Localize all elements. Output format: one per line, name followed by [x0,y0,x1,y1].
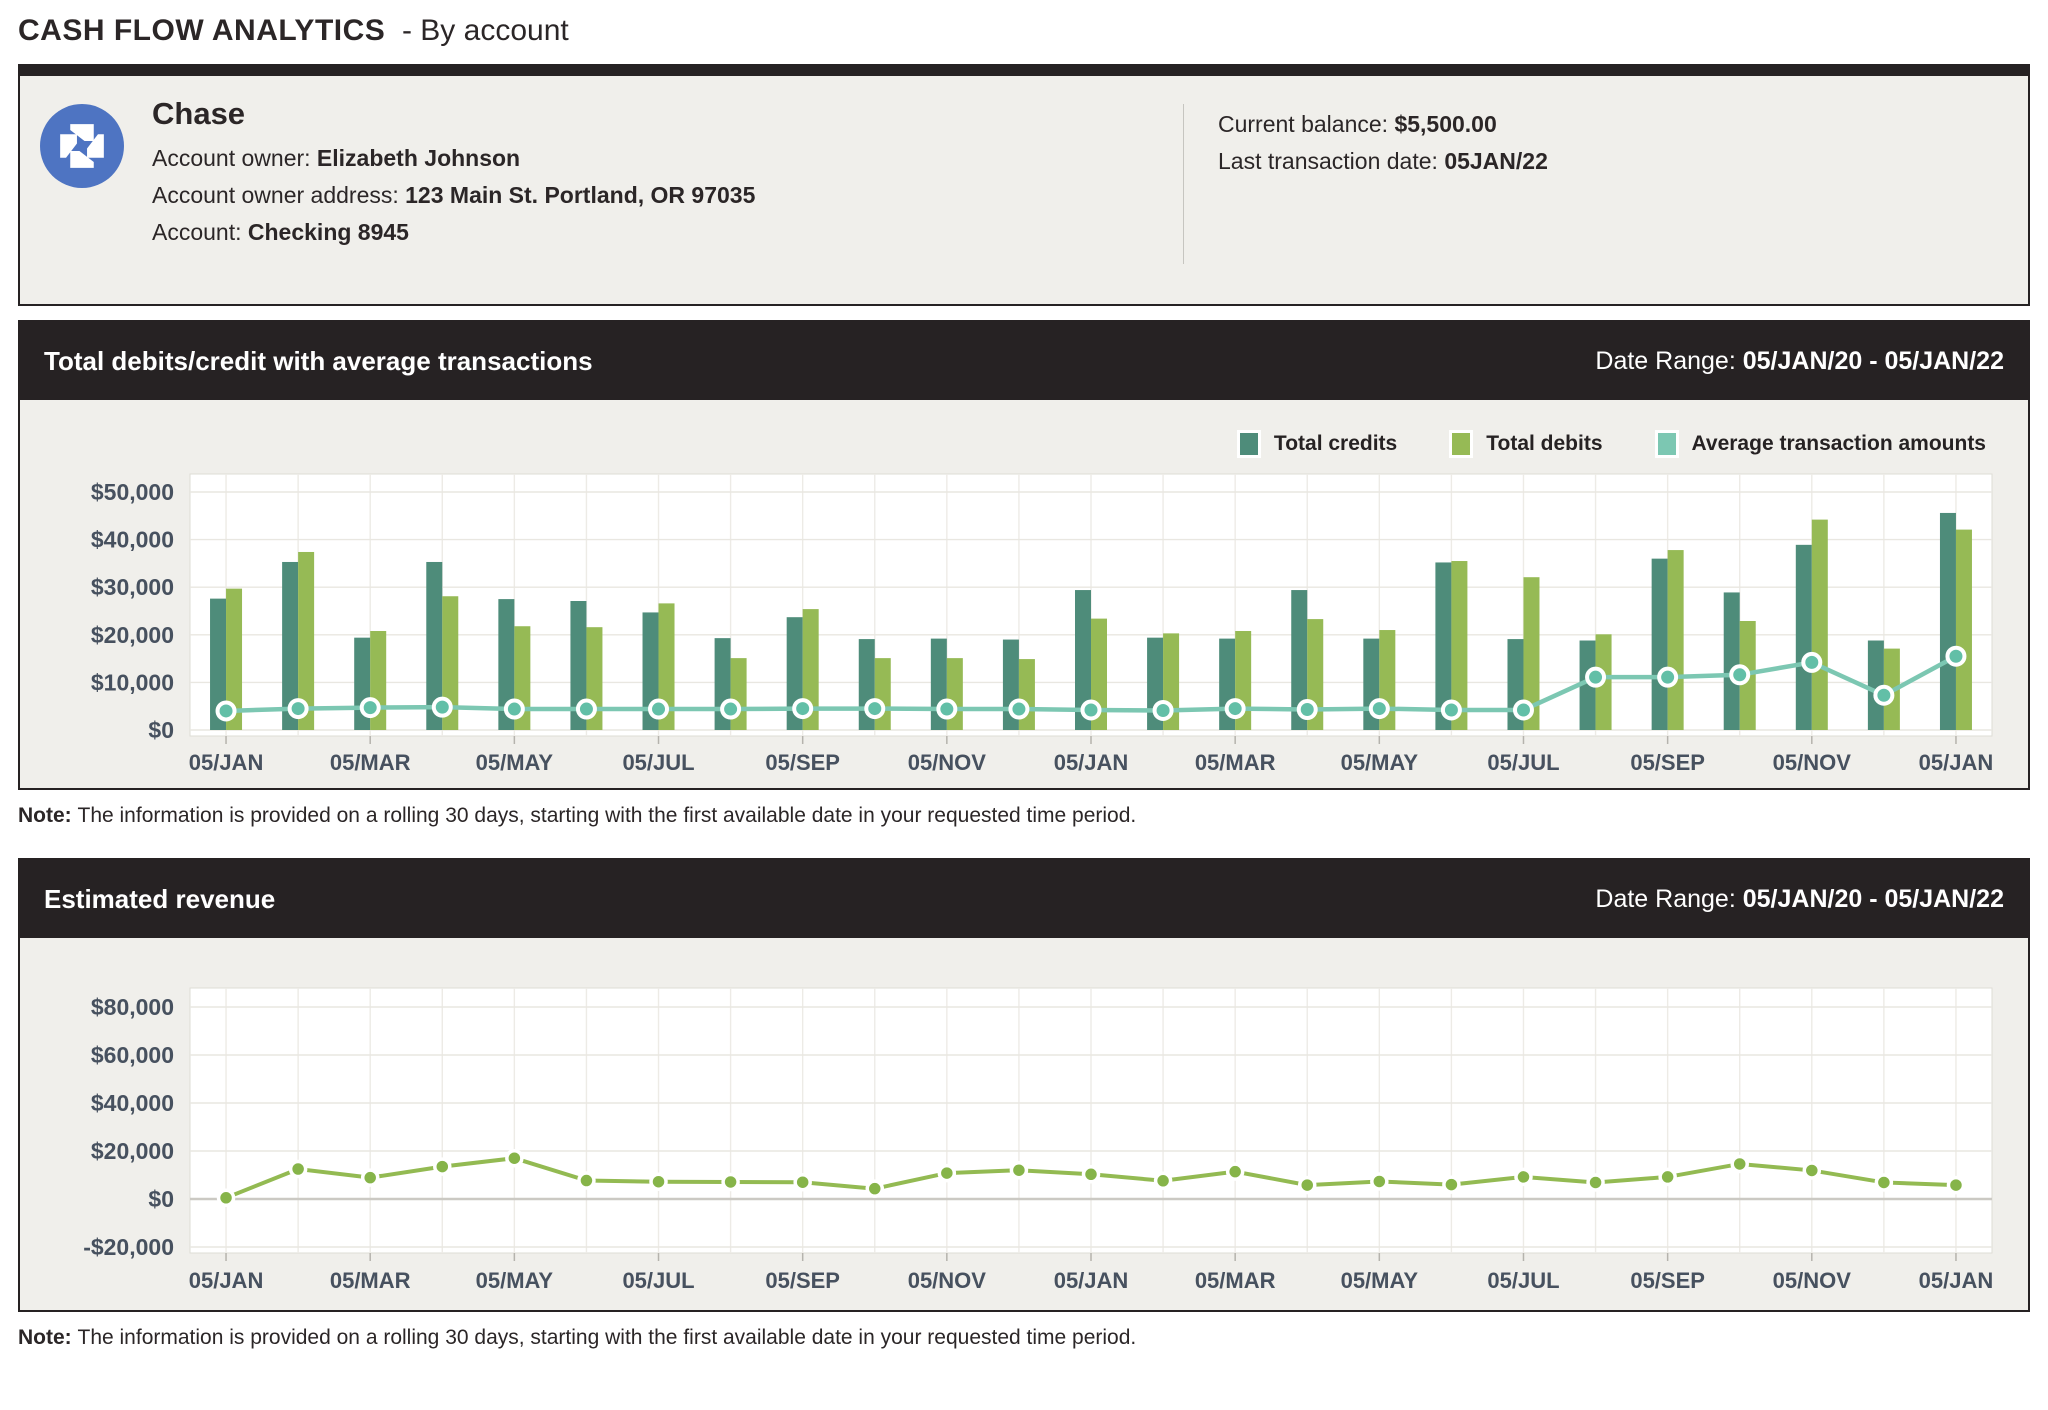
svg-text:05/JAN: 05/JAN [189,1268,264,1293]
debits-credits-chart: $50,000 $40,000 $30,000 $20,000 $10,000 $0 05/… [20,466,2024,788]
svg-text:$50,000: $50,000 [91,479,174,505]
credits-swatch-icon [1237,430,1261,458]
svg-text:05/MAR: 05/MAR [1195,750,1276,775]
svg-text:05/JUL: 05/JUL [1487,750,1559,775]
chart2-date-range: Date Range: 05/JAN/20 - 05/JAN/22 [1595,885,2004,914]
svg-text:05/JUL: 05/JUL [1487,1268,1559,1293]
svg-text:$20,000: $20,000 [91,622,174,648]
svg-text:-$20,000: -$20,000 [83,1234,174,1260]
chase-logo-icon [40,104,124,188]
svg-text:05/SEP: 05/SEP [765,750,840,775]
chart1-legend: Total credits Total debits Average trans… [20,426,1986,462]
svg-text:$40,000: $40,000 [91,527,174,553]
svg-text:05/MAY: 05/MAY [476,750,554,775]
svg-text:$80,000: $80,000 [91,994,174,1020]
chart1-note: Note: The information is provided on a r… [18,804,2030,828]
chart1-date-range: Date Range: 05/JAN/20 - 05/JAN/22 [1595,347,2004,376]
account-number-line: Account: Checking 8945 [152,214,755,251]
svg-text:$20,000: $20,000 [91,1138,174,1164]
svg-text:05/MAY: 05/MAY [1341,750,1419,775]
debits-credits-chart-card: Total debits/credit with average transac… [18,320,2030,790]
account-summary-card: Chase Account owner: Elizabeth Johnson A… [18,64,2030,306]
svg-text:05/JUL: 05/JUL [622,1268,694,1293]
svg-text:$0: $0 [148,1186,174,1212]
svg-text:05/NOV: 05/NOV [1773,1268,1852,1293]
account-owner-line: Account owner: Elizabeth Johnson [152,140,755,177]
svg-text:05/MAR: 05/MAR [1195,1268,1276,1293]
page-title: CASH FLOW ANALYTICS - By account [0,0,2048,64]
svg-text:05/MAR: 05/MAR [330,750,411,775]
average-swatch-icon [1655,430,1679,458]
debits-swatch-icon [1449,430,1473,458]
legend-average-transactions: Average transaction amounts [1655,430,1986,458]
svg-text:05/JAN: 05/JAN [1919,1268,1994,1293]
svg-text:05/JAN: 05/JAN [1054,750,1129,775]
estimated-revenue-chart: $80,000 $60,000 $40,000 $20,000 $0 -$20,000 05… [20,980,2024,1310]
svg-text:05/MAR: 05/MAR [330,1268,411,1293]
estimated-revenue-chart-card: Estimated revenue Date Range: 05/JAN/20 … [18,858,2030,1312]
svg-text:05/NOV: 05/NOV [908,750,987,775]
svg-text:05/JAN: 05/JAN [1919,750,1994,775]
chart1-header: Total debits/credit with average transac… [20,322,2028,400]
current-balance-line: Current balance: $5,500.00 [1218,106,1548,143]
svg-text:05/SEP: 05/SEP [765,1268,840,1293]
svg-text:05/NOV: 05/NOV [1773,750,1852,775]
svg-text:05/MAY: 05/MAY [476,1268,554,1293]
svg-text:05/NOV: 05/NOV [908,1268,987,1293]
page-title-sub: - By account [394,14,569,47]
legend-total-debits: Total debits [1449,430,1602,458]
svg-text:05/JAN: 05/JAN [189,750,264,775]
chart2-title: Estimated revenue [44,884,275,915]
chart1-title: Total debits/credit with average transac… [44,346,593,377]
chart2-header: Estimated revenue Date Range: 05/JAN/20 … [20,860,2028,938]
last-transaction-line: Last transaction date: 05JAN/22 [1218,143,1548,180]
svg-text:$30,000: $30,000 [91,574,174,600]
bank-name: Chase [152,96,755,132]
account-info-block: Chase Account owner: Elizabeth Johnson A… [124,96,755,304]
account-balance-block: Current balance: $5,500.00 Last transact… [1184,76,1548,304]
legend-total-credits: Total credits [1237,430,1397,458]
account-address-line: Account owner address: 123 Main St. Port… [152,177,755,214]
svg-text:05/JUL: 05/JUL [622,750,694,775]
svg-text:05/SEP: 05/SEP [1630,1268,1705,1293]
svg-text:$10,000: $10,000 [91,669,174,695]
svg-text:05/JAN: 05/JAN [1054,1268,1129,1293]
svg-text:$0: $0 [148,717,174,743]
page-title-main: CASH FLOW ANALYTICS [18,14,385,47]
cash-flow-analytics-page: CASH FLOW ANALYTICS - By account Chase A… [0,0,2048,1410]
svg-text:$60,000: $60,000 [91,1042,174,1068]
chart2-note: Note: The information is provided on a r… [18,1326,2030,1350]
svg-text:$40,000: $40,000 [91,1090,174,1116]
account-details: Chase Account owner: Elizabeth Johnson A… [20,76,1183,304]
svg-text:05/SEP: 05/SEP [1630,750,1705,775]
svg-text:05/MAY: 05/MAY [1341,1268,1419,1293]
